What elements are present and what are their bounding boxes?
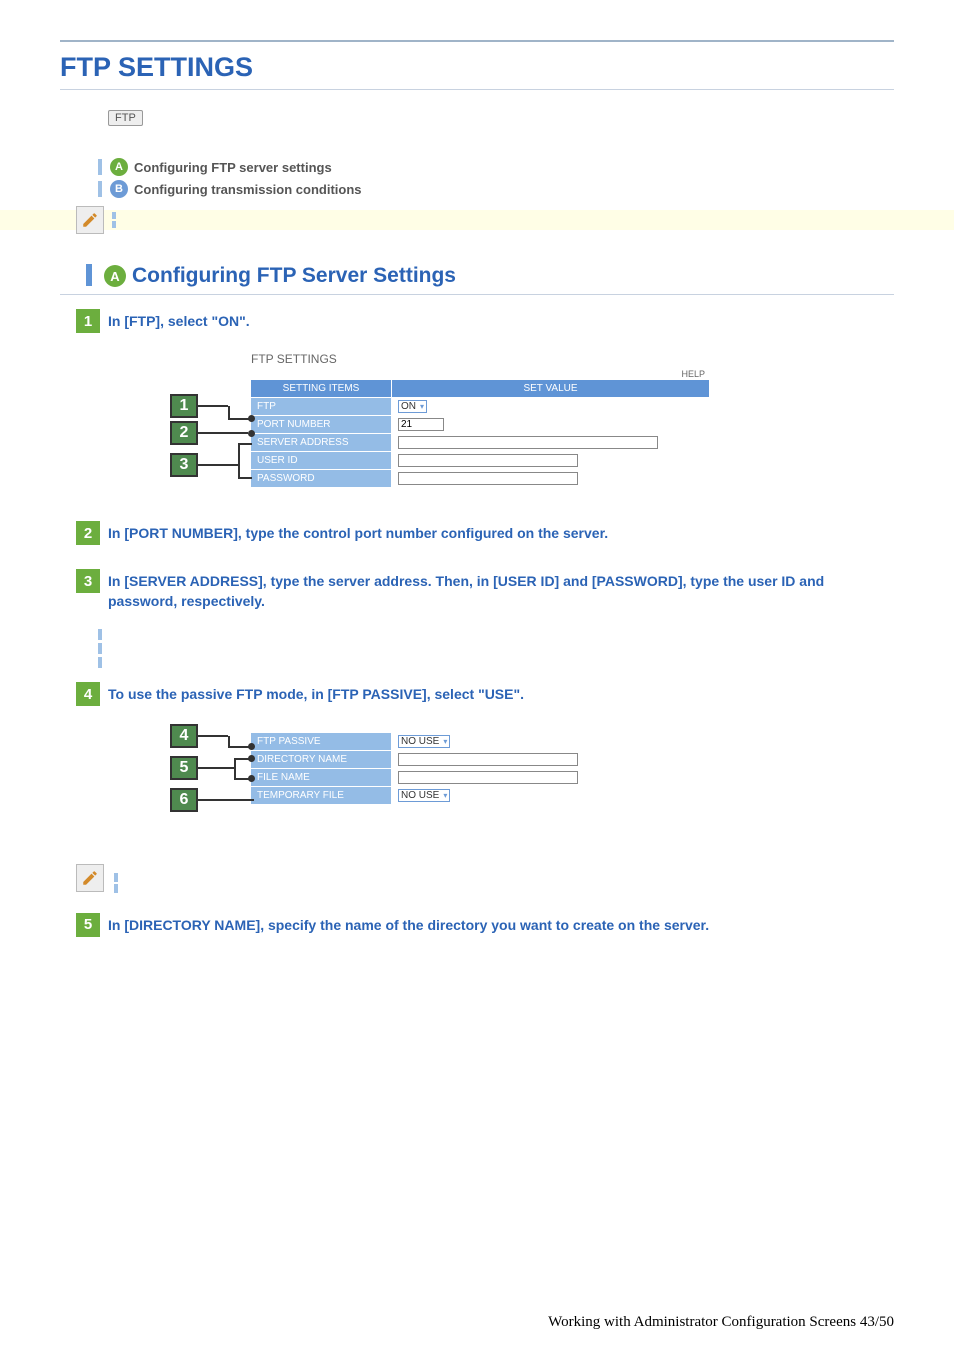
section-title: Configuring FTP Server Settings [132, 264, 456, 288]
table-title: FTP SETTINGS [251, 352, 709, 368]
step-num-1: 1 [76, 309, 100, 333]
ftp-settings-screenshot-2: FTP PASSIVE NO USE▾ DIRECTORY NAME FILE … [170, 724, 894, 834]
callout-3: 3 [170, 453, 238, 477]
toc-marker [98, 181, 102, 197]
divider-bars [98, 629, 894, 668]
row-server-label: SERVER ADDRESS [251, 434, 391, 451]
ftp-tab-chip: FTP [108, 110, 143, 126]
note-bar [0, 210, 954, 230]
ftp-settings-screenshot-1: FTP SETTINGS HELP SETTING ITEMS SET VALU… [170, 351, 894, 491]
step-num-2: 2 [76, 521, 100, 545]
toc-label: Configuring transmission conditions [134, 182, 362, 197]
row-userid-label: USER ID [251, 452, 391, 469]
callout-2-box: 2 [170, 421, 198, 445]
callout-4: 4 [170, 724, 228, 748]
row-tempfile-label: TEMPORARY FILE [251, 787, 391, 804]
step-2: 2 In [PORT NUMBER], type the control por… [76, 521, 894, 545]
toc-label: Configuring FTP server settings [134, 160, 332, 175]
col-header-value: SET VALUE [392, 380, 709, 397]
row-tempfile-value[interactable]: NO USE▾ [392, 787, 679, 804]
step-text: To use the passive FTP mode, in [FTP PAS… [108, 682, 524, 705]
userid-input[interactable] [398, 454, 578, 467]
pencil-icon [76, 864, 104, 892]
letter-a-badge: A [110, 158, 128, 176]
callout-1-box: 1 [170, 394, 198, 418]
tempfile-select[interactable]: NO USE▾ [398, 789, 450, 802]
divider-bars [112, 210, 116, 230]
step-num-4: 4 [76, 682, 100, 706]
step-3: 3 In [SERVER ADDRESS], type the server a… [76, 569, 894, 611]
row-passive-label: FTP PASSIVE [251, 733, 391, 750]
note-icon-row [76, 864, 894, 895]
row-dirname-label: DIRECTORY NAME [251, 751, 391, 768]
page-title: FTP SETTINGS [60, 40, 894, 90]
step-num-5: 5 [76, 913, 100, 937]
row-ftp-label: FTP [251, 398, 391, 415]
heading-bar [86, 264, 92, 286]
letter-b-badge: B [110, 180, 128, 198]
section-a-heading: A Configuring FTP Server Settings [60, 256, 894, 295]
toc-marker [98, 159, 102, 175]
pencil-icon [76, 206, 104, 234]
port-input[interactable] [398, 418, 444, 431]
callout-4-box: 4 [170, 724, 198, 748]
help-link[interactable]: HELP [251, 369, 709, 379]
row-filename-label: FILE NAME [251, 769, 391, 786]
step-5: 5 In [DIRECTORY NAME], specify the name … [76, 913, 894, 937]
server-address-input[interactable] [398, 436, 658, 449]
callout-3-box: 3 [170, 453, 198, 477]
row-password-label: PASSWORD [251, 470, 391, 487]
callout-6: 6 [170, 788, 254, 812]
step-text: In [FTP], select "ON". [108, 309, 250, 332]
toc-item-b[interactable]: B Configuring transmission conditions [98, 180, 894, 198]
password-input[interactable] [398, 472, 578, 485]
ftp-select[interactable]: ON▾ [398, 400, 427, 413]
row-passive-value[interactable]: NO USE▾ [392, 733, 679, 750]
callout-5-box: 5 [170, 756, 198, 780]
step-text: In [DIRECTORY NAME], specify the name of… [108, 913, 709, 936]
filename-input[interactable] [398, 771, 578, 784]
dirname-input[interactable] [398, 753, 578, 766]
step-text: In [PORT NUMBER], type the control port … [108, 521, 608, 544]
callout-2: 2 [170, 421, 255, 445]
row-port-label: PORT NUMBER [251, 416, 391, 433]
page-footer: Working with Administrator Configuration… [548, 1314, 894, 1331]
letter-a-badge: A [104, 265, 126, 287]
toc-item-a[interactable]: A Configuring FTP server settings [98, 158, 894, 176]
row-ftp-value[interactable]: ON▾ [392, 398, 709, 415]
row-port-value[interactable] [392, 416, 709, 433]
callout-6-box: 6 [170, 788, 198, 812]
callout-5: 5 [170, 756, 234, 780]
col-header-items: SETTING ITEMS [251, 380, 391, 397]
step-text: In [SERVER ADDRESS], type the server add… [108, 569, 894, 611]
step-1: 1 In [FTP], select "ON". [76, 309, 894, 333]
callout-1: 1 [170, 394, 228, 418]
passive-select[interactable]: NO USE▾ [398, 735, 450, 748]
step-4: 4 To use the passive FTP mode, in [FTP P… [76, 682, 894, 706]
step-num-3: 3 [76, 569, 100, 593]
